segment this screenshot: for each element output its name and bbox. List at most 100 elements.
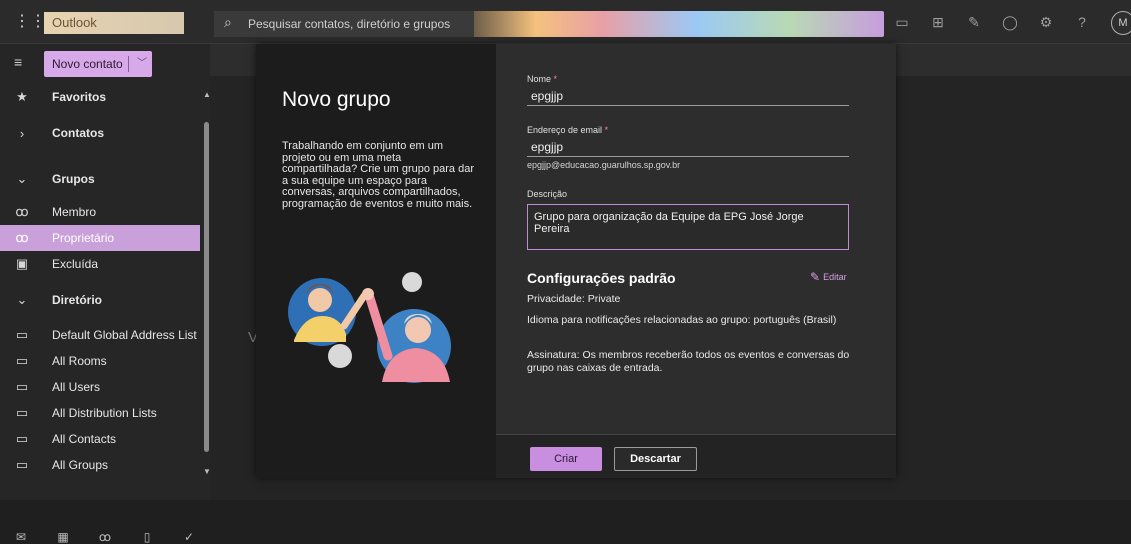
sidebar-item-all-distribution-lists[interactable]: ▭ All Distribution Lists	[0, 400, 200, 426]
mail-icon[interactable]: ✉	[0, 530, 42, 544]
dialog-description: Trabalhando em conjunto em um projeto ou…	[282, 140, 474, 210]
sidebar-item-favoritos[interactable]: ★ Favoritos	[0, 84, 200, 110]
search-icon: ⌕	[224, 14, 232, 30]
edit-label: Editar	[823, 272, 847, 282]
sidebar-item-excluida[interactable]: ▣ Excluída	[0, 251, 200, 277]
discard-button[interactable]: Descartar	[614, 447, 697, 471]
calendar-icon[interactable]: ▦	[42, 530, 84, 544]
todo-icon[interactable]: ✓	[168, 530, 210, 544]
sidebar-item-contatos[interactable]: › Contatos	[0, 120, 200, 146]
sidebar-item-all-contacts[interactable]: ▭ All Contacts	[0, 426, 200, 452]
search-box[interactable]: ⌕ Pesquisar contatos, diretório e grupos	[214, 11, 884, 37]
hamburger-icon[interactable]: ≡	[14, 55, 30, 69]
dialog-title: Novo grupo	[282, 88, 391, 111]
top-bar: ⋮⋮ Outlook ⌕ Pesquisar contatos, diretór…	[0, 0, 1131, 44]
new-contact-button[interactable]: Novo contato ﹀	[44, 51, 152, 77]
sidebar-item-label: All Groups	[52, 458, 109, 472]
email-input[interactable]: epgjjp	[531, 140, 563, 154]
create-button[interactable]: Criar	[530, 447, 602, 471]
sidebar-item-label: Grupos	[52, 172, 95, 186]
sidebar-item-label: All Users	[52, 380, 101, 394]
chevron-right-icon: ›	[19, 125, 25, 141]
email-label: Endereço de email *	[527, 125, 608, 135]
dialog-form: Nome * epgjjp Endereço de email * epgjjp…	[496, 44, 896, 478]
dialog-footer: Criar Descartar	[496, 434, 896, 478]
folder-icon: ▭	[15, 327, 29, 342]
help-icon[interactable]: ?	[1064, 10, 1100, 34]
people-icon[interactable]: ꝏ	[84, 530, 126, 544]
chevron-down-icon: ⌄	[16, 171, 28, 186]
people-owner-icon: ꝏ	[15, 230, 29, 245]
chat-icon[interactable]: ▭	[884, 10, 920, 34]
sidebar-item-label: Favoritos	[52, 90, 107, 104]
name-input[interactable]: epgjjp	[531, 89, 563, 103]
dialog-info-pane: Novo grupo Trabalhando em conjunto em um…	[256, 44, 496, 478]
edit-settings-link[interactable]: ✎ Editar	[810, 270, 847, 284]
sidebar-item-all-users[interactable]: ▭ All Users	[0, 374, 200, 400]
sidebar: ≡ Novo contato ﹀ ★ Favoritos › Contatos …	[0, 44, 211, 544]
avatar[interactable]: M	[1111, 11, 1131, 35]
settings-title: Configurações padrão	[527, 270, 676, 286]
folder-icon: ▭	[15, 431, 29, 446]
sidebar-item-label: Default Global Address List	[52, 328, 197, 342]
folder-icon: ▭	[15, 379, 29, 394]
people-icon: ꝏ	[15, 204, 29, 219]
star-icon: ★	[16, 89, 28, 104]
sidebar-item-all-groups[interactable]: ▭ All Groups	[0, 452, 200, 478]
person-head-left	[308, 288, 332, 312]
email-input-underline	[527, 156, 849, 157]
bubble-shape	[328, 344, 352, 368]
bubble-shape	[402, 272, 422, 292]
new-contact-label: Novo contato	[52, 57, 123, 71]
sidebar-item-label: Diretório	[52, 293, 103, 307]
privacy-text: Privacidade: Private	[527, 293, 621, 305]
app-brand[interactable]: Outlook	[44, 12, 184, 34]
description-textarea[interactable]: Grupo para organização da Equipe da EPG …	[527, 204, 849, 250]
module-switcher: ✉ ▦ ꝏ ▯ ✓	[0, 530, 210, 544]
attachment-icon[interactable]: ▯	[126, 530, 168, 544]
folder-icon: ▭	[15, 457, 29, 472]
gear-icon[interactable]: ⚙	[1028, 10, 1064, 34]
compose-icon[interactable]: ✎	[956, 10, 992, 34]
new-group-dialog: Novo grupo Trabalhando em conjunto em um…	[256, 44, 896, 478]
search-input[interactable]: Pesquisar contatos, diretório e grupos	[248, 17, 450, 31]
person-head-right	[405, 317, 431, 343]
description-label: Descrição	[527, 189, 568, 199]
folder-icon: ▭	[15, 405, 29, 420]
high-five-hand	[362, 288, 374, 300]
sidebar-item-label: Membro	[52, 205, 97, 219]
sidebar-item-label: Contatos	[52, 126, 104, 140]
name-label-text: Nome	[527, 74, 552, 84]
required-marker: *	[604, 125, 609, 135]
trash-icon: ▣	[15, 256, 29, 271]
folder-icon: ▭	[15, 353, 29, 368]
split-divider	[128, 56, 129, 72]
pencil-icon: ✎	[810, 270, 821, 284]
sidebar-item-diretorio[interactable]: ⌄ Diretório	[0, 287, 200, 313]
name-input-underline	[527, 105, 849, 106]
sidebar-item-label: Excluída	[52, 257, 99, 271]
sidebar-item-membro[interactable]: ꝏ Membro	[0, 199, 200, 225]
chevron-down-icon[interactable]: ﹀	[134, 51, 150, 77]
sidebar-item-label: Proprietário	[52, 231, 115, 245]
email-hint: epgjjp@educacao.guarulhos.sp.gov.br	[527, 160, 681, 170]
subscription-text: Assinatura: Os membros receberão todos o…	[527, 349, 850, 374]
bell-icon[interactable]: ◯	[992, 10, 1028, 34]
sidebar-item-label: All Distribution Lists	[52, 406, 157, 420]
required-marker: *	[553, 74, 558, 84]
sidebar-item-label: All Rooms	[52, 354, 107, 368]
sidebar-item-label: All Contacts	[52, 432, 117, 446]
sidebar-item-proprietario[interactable]: ꝏ Proprietário	[0, 225, 200, 251]
app-launcher-icon[interactable]: ⋮⋮	[14, 12, 46, 32]
email-label-text: Endereço de email	[527, 125, 603, 135]
sidebar-item-default-gal[interactable]: ▭ Default Global Address List	[0, 322, 200, 348]
language-text: Idioma para notificações relacionadas ao…	[527, 314, 837, 326]
sidebar-item-all-rooms[interactable]: ▭ All Rooms	[0, 348, 200, 374]
top-icons: ▭ ⊞ ✎ ◯ ⚙ ?	[884, 10, 1100, 34]
name-label: Nome *	[527, 74, 557, 84]
group-illustration	[288, 272, 451, 383]
chevron-down-icon: ⌄	[16, 292, 28, 307]
sidebar-item-grupos[interactable]: ⌄ Grupos	[0, 166, 200, 192]
office-icon[interactable]: ⊞	[920, 10, 956, 34]
sidebar-scrollbar[interactable]	[204, 122, 209, 452]
